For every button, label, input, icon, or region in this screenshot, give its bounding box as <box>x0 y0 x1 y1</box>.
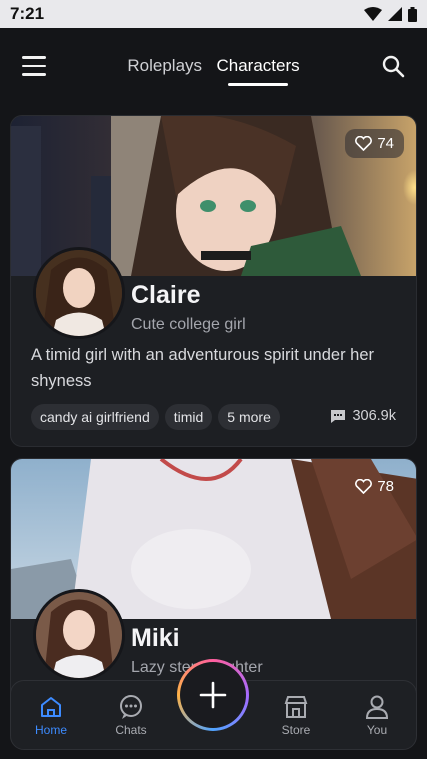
avatar <box>33 247 125 339</box>
signal-icon <box>388 7 402 21</box>
chat-count-value: 306.9k <box>352 408 396 424</box>
tab-bar: Roleplays Characters <box>0 56 427 86</box>
search-icon[interactable] <box>381 54 405 78</box>
tag-chip[interactable]: timid <box>164 404 213 430</box>
wifi-icon <box>364 7 382 21</box>
message-icon <box>331 409 346 423</box>
character-description: A timid girl with an adventurous spirit … <box>31 346 375 390</box>
nav-chats-label: Chats <box>115 723 147 737</box>
nav-home-label: Home <box>34 723 67 737</box>
system-icons <box>364 6 417 22</box>
nav-you-label: You <box>366 723 388 737</box>
character-card[interactable]: 74 Claire Cute college girl A timid girl… <box>10 115 417 447</box>
top-bar: Roleplays Characters <box>0 28 427 108</box>
tab-roleplays[interactable]: Roleplays <box>127 56 202 86</box>
likes-count: 74 <box>377 135 394 152</box>
tag-list: candy ai girlfriend timid 5 more <box>31 404 280 430</box>
likes-button[interactable]: 78 <box>345 472 404 501</box>
nav-store[interactable]: Store <box>264 693 328 737</box>
character-tagline: Cute college girl <box>131 316 246 333</box>
status-bar: 7:21 <box>0 0 427 28</box>
status-time: 7:21 <box>10 4 45 23</box>
tag-chip[interactable]: candy ai girlfriend <box>31 404 159 430</box>
nav-store-label: Store <box>281 723 311 737</box>
heart-icon <box>355 136 373 151</box>
nav-chats[interactable]: Chats <box>99 693 163 737</box>
plus-icon <box>199 681 227 709</box>
character-name: Claire <box>131 281 201 309</box>
character-name: Miki <box>131 624 180 652</box>
chat-count: 306.9k <box>330 408 396 424</box>
nav-you[interactable]: You <box>345 693 409 737</box>
battery-icon <box>408 6 417 22</box>
heart-icon <box>355 479 373 494</box>
more-tags-chip[interactable]: 5 more <box>218 404 280 430</box>
tab-characters[interactable]: Characters <box>216 56 300 86</box>
person-icon <box>365 695 389 719</box>
likes-button[interactable]: 74 <box>345 129 404 158</box>
home-icon <box>41 697 61 717</box>
store-icon <box>284 696 308 718</box>
create-button[interactable] <box>177 659 249 731</box>
avatar <box>33 589 125 681</box>
nav-home[interactable]: Home <box>19 693 83 737</box>
chat-bubble-icon <box>120 695 142 719</box>
likes-count: 78 <box>377 478 394 495</box>
